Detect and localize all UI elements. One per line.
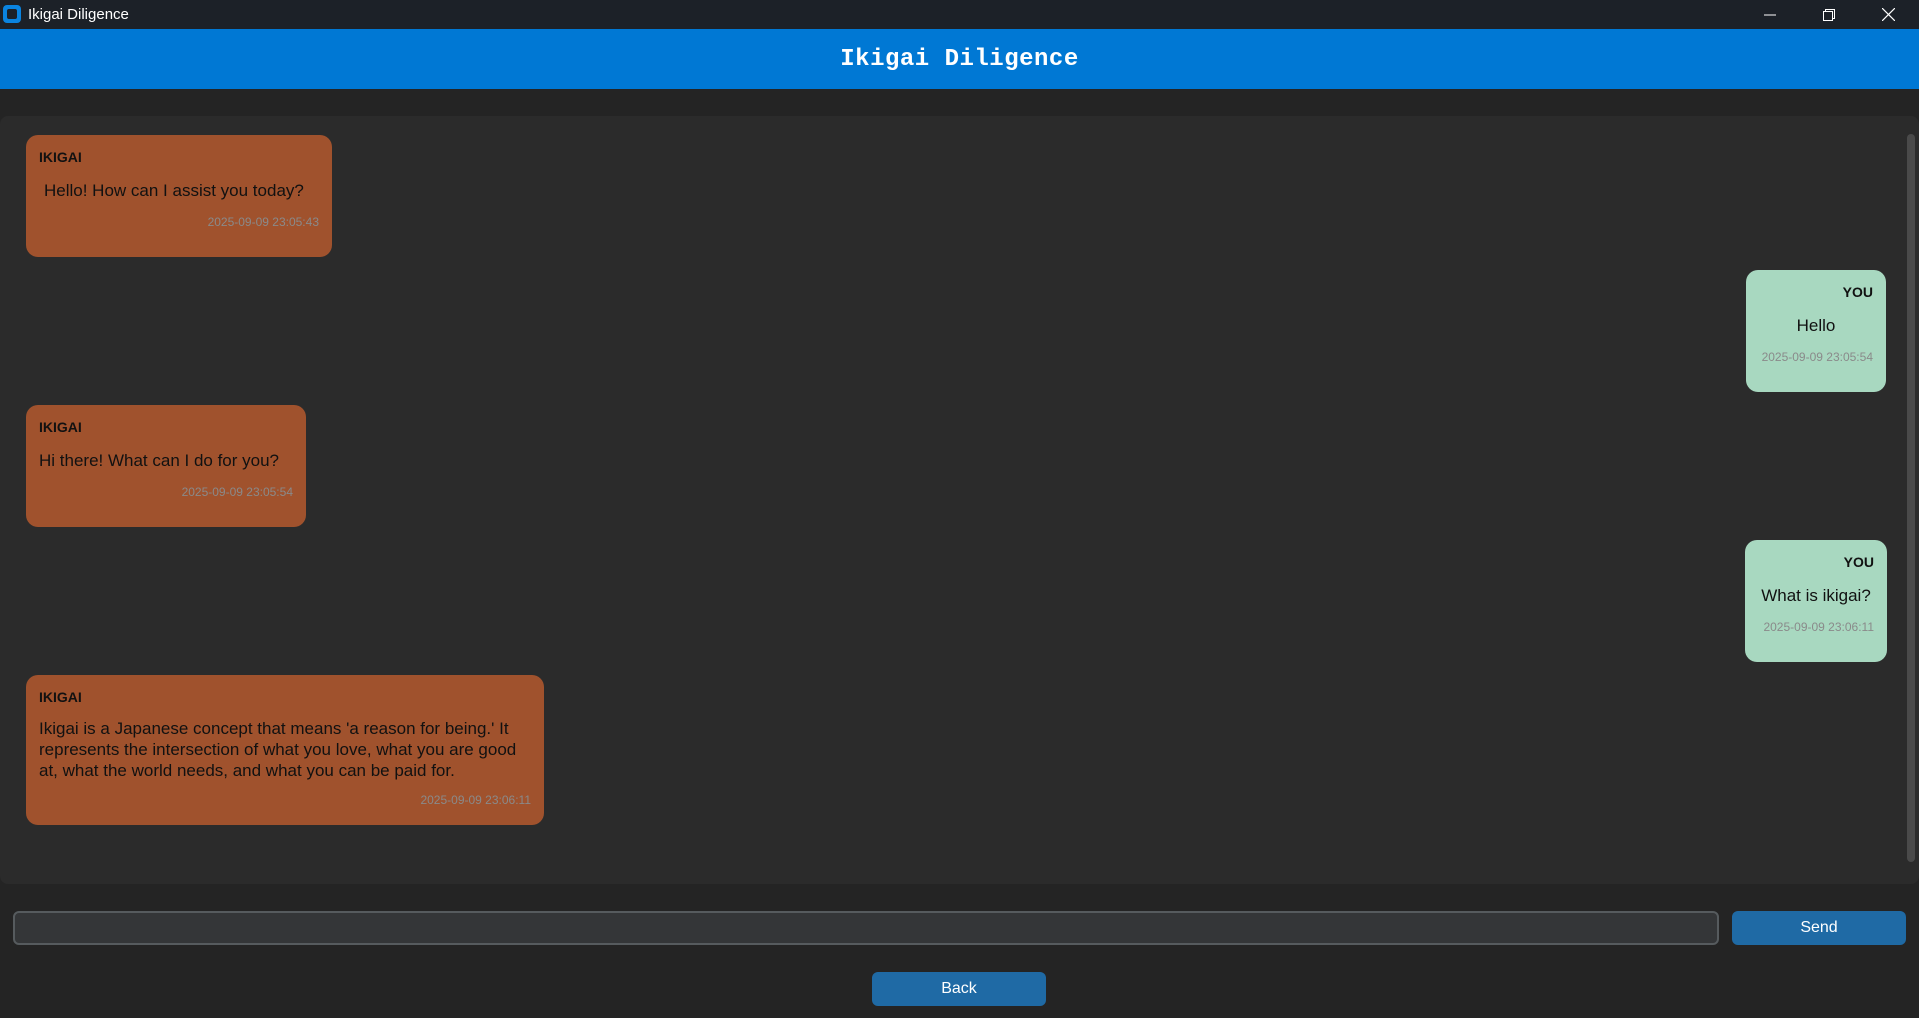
message-timestamp: 2025-09-09 23:06:11 bbox=[420, 793, 531, 807]
message-sender: IKIGAI bbox=[39, 689, 82, 705]
message-sender: YOU bbox=[1843, 554, 1874, 570]
message-timestamp: 2025-09-09 23:06:11 bbox=[1763, 620, 1874, 634]
restore-button[interactable] bbox=[1800, 0, 1858, 29]
scrollbar-thumb[interactable] bbox=[1907, 134, 1915, 862]
chat-scrollbar[interactable] bbox=[1907, 134, 1915, 862]
minimize-icon bbox=[1764, 14, 1776, 15]
message-text: What is ikigai? bbox=[1761, 586, 1871, 605]
minimize-button[interactable] bbox=[1741, 0, 1799, 29]
bot-message: IKIGAI Hello! How can I assist you today… bbox=[26, 135, 332, 257]
app-icon bbox=[3, 5, 21, 23]
message-sender: IKIGAI bbox=[39, 149, 82, 165]
bot-message: IKIGAI Hi there! What can I do for you? … bbox=[26, 405, 306, 527]
user-message: YOU What is ikigai? 2025-09-09 23:06:11 bbox=[1745, 540, 1887, 662]
page-title: Ikigai Diligence bbox=[840, 45, 1079, 73]
message-text: Hi there! What can I do for you? bbox=[39, 451, 280, 470]
user-message: YOU Hello 2025-09-09 23:05:54 bbox=[1746, 270, 1886, 392]
back-button[interactable]: Back bbox=[872, 972, 1046, 1006]
window-titlebar: Ikigai Diligence bbox=[0, 0, 1919, 29]
message-text: Ikigai is a Japanese concept that means … bbox=[39, 719, 517, 780]
message-timestamp: 2025-09-09 23:05:54 bbox=[1761, 350, 1873, 364]
close-icon bbox=[1881, 8, 1895, 21]
chat-history[interactable]: IKIGAI Hello! How can I assist you today… bbox=[0, 116, 1919, 884]
bot-message: IKIGAI Ikigai is a Japanese concept that… bbox=[26, 675, 544, 825]
message-text: Hello bbox=[1796, 316, 1836, 335]
message-timestamp: 2025-09-09 23:05:43 bbox=[207, 215, 319, 229]
message-timestamp: 2025-09-09 23:05:54 bbox=[181, 485, 293, 499]
app-header: Ikigai Diligence bbox=[0, 29, 1919, 89]
restore-icon bbox=[1823, 8, 1835, 21]
window-title: Ikigai Diligence bbox=[28, 6, 129, 23]
close-button[interactable] bbox=[1859, 0, 1917, 29]
message-input[interactable] bbox=[13, 911, 1719, 945]
message-text: Hello! How can I assist you today? bbox=[44, 181, 304, 200]
send-button[interactable]: Send bbox=[1732, 911, 1906, 945]
message-sender: YOU bbox=[1842, 284, 1873, 300]
message-sender: IKIGAI bbox=[39, 419, 82, 435]
